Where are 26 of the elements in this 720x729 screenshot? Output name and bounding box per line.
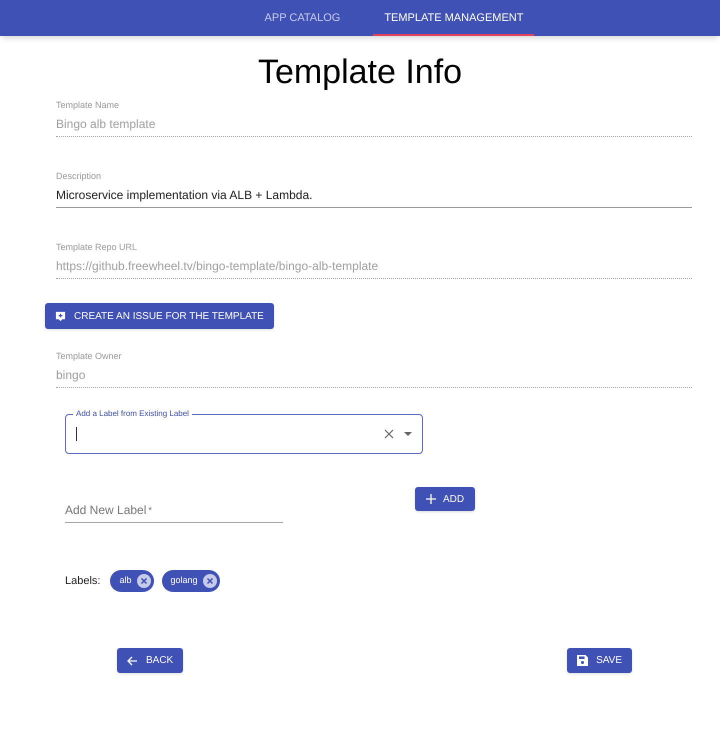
add-button[interactable]: ADD	[415, 487, 476, 511]
back-button[interactable]: BACK	[117, 648, 184, 673]
save-button[interactable]: SAVE	[567, 648, 632, 673]
field-label: Template Name	[56, 99, 120, 111]
save-icon	[577, 655, 588, 666]
add-comment-icon	[55, 310, 66, 322]
text-cursor	[76, 427, 77, 441]
remove-chip-icon[interactable]	[136, 574, 150, 588]
field-label: Template Owner	[56, 350, 123, 362]
remove-chip-icon[interactable]	[202, 574, 217, 588]
new-label-field[interactable]: Add New Label *	[65, 503, 283, 523]
nav-tab[interactable]: TEMPLATE MANAGEMENT	[373, 0, 534, 36]
arrow-left-icon	[127, 656, 138, 666]
create-issue-button[interactable]: CREATE AN ISSUE FOR THE TEMPLATE	[45, 303, 274, 329]
clear-icon[interactable]	[384, 429, 394, 439]
field-label: Add a Label from Existing Label	[73, 409, 192, 419]
dropdown-caret-icon[interactable]	[404, 432, 412, 436]
chip-text: alb	[119, 574, 132, 588]
chip-text: golang	[170, 574, 198, 588]
page-title: Template Info	[256, 52, 464, 92]
text-field[interactable]: Microservice implementation via ALB + Lambda.	[56, 187, 692, 208]
labels-caption: Labels:	[65, 574, 100, 589]
plus-icon	[426, 494, 436, 504]
field-label: Template Repo URL	[56, 241, 138, 253]
field-label: Description	[56, 170, 102, 182]
nav-tab[interactable]: APP CATALOG	[254, 0, 352, 36]
